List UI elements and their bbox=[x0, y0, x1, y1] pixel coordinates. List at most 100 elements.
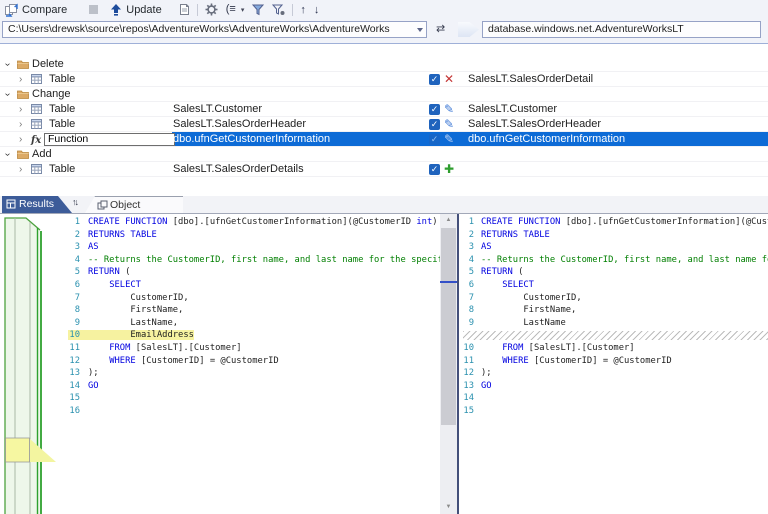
code-line: 13); bbox=[56, 367, 440, 380]
chevron-down-icon bbox=[417, 28, 423, 32]
include-checkbox[interactable]: ✓ bbox=[429, 74, 440, 85]
scroll-up-icon[interactable]: ▲ bbox=[440, 214, 457, 227]
line-number: 4 bbox=[56, 254, 80, 267]
source-code-pane[interactable]: 1CREATE FUNCTION [dbo].[ufnGetCustomerIn… bbox=[56, 214, 440, 514]
update-button[interactable]: Update bbox=[106, 1, 165, 18]
chevron-collapsed-icon[interactable]: › bbox=[19, 162, 22, 177]
diff-row[interactable]: ›TableSalesLT.SalesOrderHeader✓✎SalesLT.… bbox=[0, 117, 768, 132]
diff-overview-margin[interactable] bbox=[0, 214, 56, 514]
group-by-button[interactable]: (≡ ▾ bbox=[222, 1, 249, 18]
code-line: 3AS bbox=[460, 241, 768, 254]
name-editor[interactable]: Function bbox=[44, 133, 175, 146]
code-line: 12 WHERE [CustomerID] = @CustomerID bbox=[56, 355, 440, 368]
diff-marker-wedge bbox=[30, 439, 56, 462]
diff-row[interactable]: ›TableSalesLT.SalesOrderDetails✓✚ bbox=[0, 162, 768, 177]
line-number: 9 bbox=[56, 317, 80, 330]
action-change-icon: ✎ bbox=[443, 102, 455, 117]
object-type-label: Table bbox=[49, 102, 75, 117]
code-line: 7 CustomerID, bbox=[460, 292, 768, 305]
target-code-pane[interactable]: 1CREATE FUNCTION [dbo].[ufnGetCustomerIn… bbox=[460, 214, 768, 514]
object-definitions-icon bbox=[97, 200, 108, 210]
source-object-name: dbo.ufnGetCustomerInformation bbox=[173, 132, 330, 147]
toolbar-separator bbox=[197, 4, 198, 16]
filter-icon bbox=[252, 4, 264, 16]
include-checkbox[interactable]: ✓ bbox=[429, 104, 440, 115]
source-path: C:\Users\drewsk\source\repos\AdventureWo… bbox=[8, 23, 390, 35]
action-add-icon: ✚ bbox=[443, 162, 455, 177]
line-number: 1 bbox=[56, 216, 80, 229]
chevron-expanded-icon[interactable]: › bbox=[0, 63, 15, 66]
source-dropdown[interactable]: C:\Users\drewsk\source\repos\AdventureWo… bbox=[2, 21, 427, 38]
line-number: 12 bbox=[460, 367, 474, 380]
stop-button[interactable] bbox=[85, 1, 102, 18]
code-line: 11 WHERE [CustomerID] = @CustomerID bbox=[460, 355, 768, 368]
swap-source-target-button[interactable]: ⇄ bbox=[436, 22, 445, 37]
direction-arrow-icon bbox=[458, 22, 479, 37]
code-line: 4-- Returns the CustomerID, first name, … bbox=[56, 254, 440, 267]
folder-icon bbox=[17, 89, 29, 99]
line-number: 5 bbox=[56, 266, 80, 279]
chevron-expanded-icon[interactable]: › bbox=[0, 153, 15, 156]
tab-object-definitions[interactable]: Object Definitions bbox=[85, 196, 183, 213]
gear-icon bbox=[205, 3, 218, 16]
generate-script-button[interactable] bbox=[174, 1, 194, 18]
group-row[interactable]: › Add bbox=[0, 147, 768, 162]
code-line: 14 bbox=[460, 392, 768, 405]
compare-label: Compare bbox=[22, 4, 67, 16]
diff-results-grid: ›Delete›Table✓✕SalesLT.SalesOrderDetail›… bbox=[0, 43, 768, 196]
group-by-icon: (≡ bbox=[226, 1, 236, 18]
chevron-collapsed-icon[interactable]: › bbox=[19, 102, 22, 117]
code-line: 1CREATE FUNCTION [dbo].[ufnGetCustomerIn… bbox=[460, 216, 768, 229]
filter-button[interactable] bbox=[248, 1, 268, 18]
include-checkbox[interactable]: ✓ bbox=[429, 134, 440, 145]
update-label: Update bbox=[126, 4, 161, 16]
compare-button[interactable]: Compare bbox=[0, 1, 71, 18]
group-label: Delete bbox=[32, 57, 64, 72]
line-number: 11 bbox=[460, 355, 474, 368]
scrollbar-thumb[interactable] bbox=[441, 228, 456, 425]
action-delete-icon: ✕ bbox=[443, 72, 455, 87]
update-arrow-icon bbox=[110, 3, 122, 16]
chevron-collapsed-icon[interactable]: › bbox=[19, 117, 22, 132]
source-object-name: SalesLT.SalesOrderDetails bbox=[173, 162, 304, 177]
table-icon bbox=[31, 119, 42, 129]
filter-settings-button[interactable] bbox=[268, 1, 289, 18]
table-icon bbox=[31, 74, 42, 84]
include-checkbox[interactable]: ✓ bbox=[429, 164, 440, 175]
diff-rows: ›Delete›Table✓✕SalesLT.SalesOrderDetail›… bbox=[0, 57, 768, 177]
object-definitions-panel: 1CREATE FUNCTION [dbo].[ufnGetCustomerIn… bbox=[0, 213, 768, 513]
line-number: 8 bbox=[56, 304, 80, 317]
sort-order-button[interactable]: ↑↓ bbox=[72, 197, 77, 207]
connection-bar: C:\Users\drewsk\source\repos\AdventureWo… bbox=[0, 19, 768, 43]
chevron-collapsed-icon[interactable]: › bbox=[19, 132, 22, 147]
line-number: 2 bbox=[460, 229, 474, 242]
diff-row[interactable]: ›fxFunctiondbo.ufnGetCustomerInformation… bbox=[0, 132, 768, 147]
options-button[interactable] bbox=[201, 1, 222, 18]
tab-results[interactable]: Results bbox=[2, 196, 72, 213]
target-dropdown[interactable]: database.windows.net.AdventureWorksLT bbox=[482, 21, 761, 38]
include-checkbox[interactable]: ✓ bbox=[429, 119, 440, 130]
main-toolbar: Compare Update (≡ ▾ bbox=[0, 0, 768, 19]
line-number: 16 bbox=[56, 405, 80, 418]
line-number: 1 bbox=[460, 216, 474, 229]
scroll-down-icon[interactable]: ▼ bbox=[440, 501, 457, 514]
group-label: Add bbox=[32, 147, 52, 162]
scrollbar-diff-marker bbox=[440, 281, 457, 283]
code-line: 12); bbox=[460, 367, 768, 380]
diff-row[interactable]: ›TableSalesLT.Customer✓✎SalesLT.Customer bbox=[0, 102, 768, 117]
chevron-expanded-icon[interactable]: › bbox=[0, 93, 15, 96]
code-line: 14GO bbox=[56, 380, 440, 393]
source-pane-scrollbar[interactable]: ▲ ▼ bbox=[440, 214, 457, 514]
folder-icon bbox=[17, 149, 29, 159]
next-diff-button[interactable]: ↓ bbox=[310, 1, 324, 18]
group-label: Change bbox=[32, 87, 71, 102]
previous-diff-button[interactable]: ↑ bbox=[296, 1, 310, 18]
diff-row[interactable]: ›Table✓✕SalesLT.SalesOrderDetail bbox=[0, 72, 768, 87]
stop-icon bbox=[89, 5, 98, 14]
code-line: 6 SELECT bbox=[56, 279, 440, 292]
source-object-name: SalesLT.Customer bbox=[173, 102, 262, 117]
pane-splitter[interactable] bbox=[457, 214, 459, 514]
group-row[interactable]: › Change bbox=[0, 87, 768, 102]
group-row[interactable]: › Delete bbox=[0, 57, 768, 72]
chevron-collapsed-icon[interactable]: › bbox=[19, 72, 22, 87]
